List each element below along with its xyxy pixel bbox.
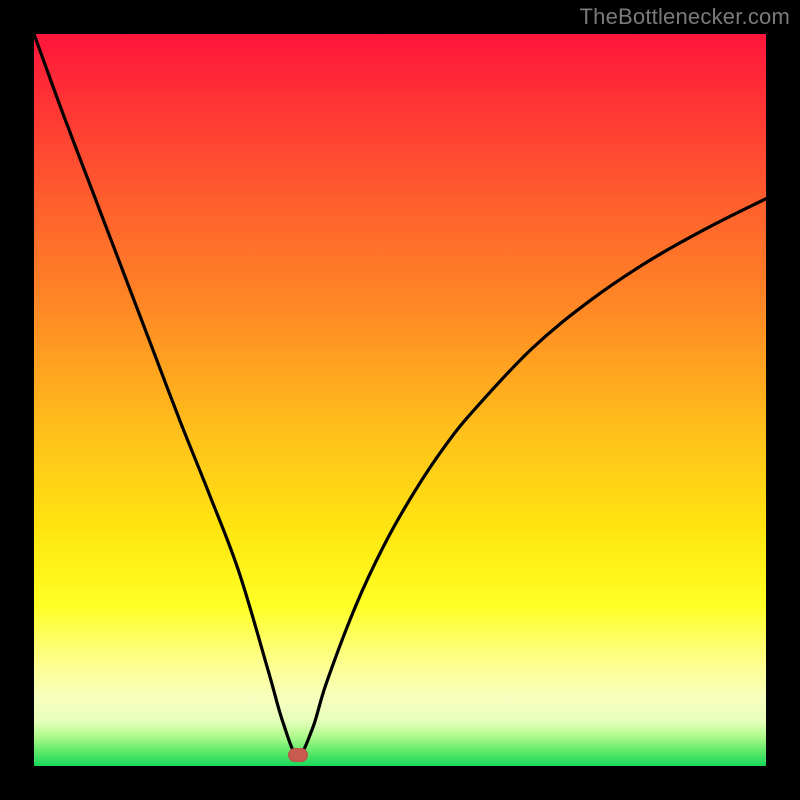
attribution-label: TheBottlenecker.com	[580, 4, 790, 30]
chart-frame: TheBottlenecker.com	[0, 0, 800, 800]
curve-path	[34, 34, 766, 755]
bottleneck-curve	[34, 34, 766, 766]
min-marker	[288, 748, 308, 762]
plot-area	[34, 34, 766, 766]
